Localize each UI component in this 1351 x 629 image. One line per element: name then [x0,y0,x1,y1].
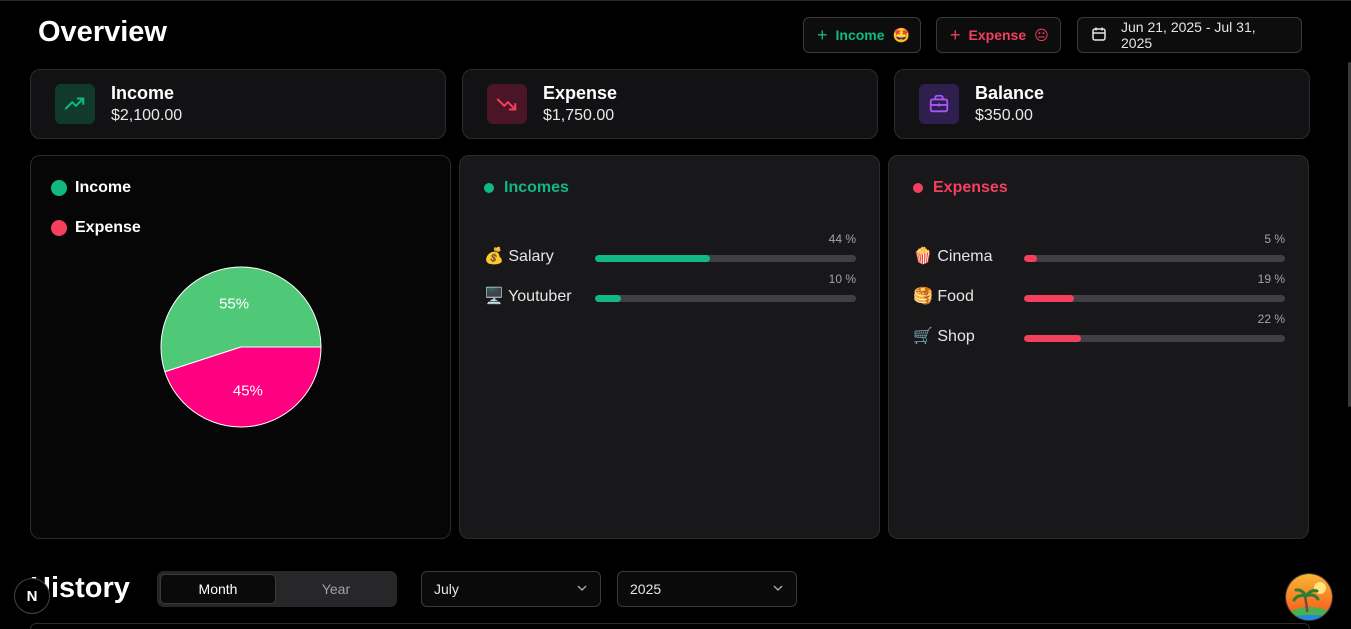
income-category-label: 🖥️ Youtuber [484,288,572,305]
expense-category-label: 🍿 Cinema [913,248,993,265]
stat-value: $1,750.00 [543,107,615,124]
expenses-dot [913,183,923,193]
legend-label: Expense [75,219,141,236]
income-percent: 10 % [828,272,856,286]
expenses-title: Expenses [933,179,1008,196]
incomes-title: Incomes [504,179,569,196]
expense-percent: 19 % [1257,272,1285,286]
add-income-emoji: 🤩 [892,26,910,43]
date-range-label: Jun 21, 2025 - Jul 31, 2025 [1121,19,1256,51]
month-value: July [434,581,459,597]
wallet-icon [919,84,959,124]
add-expense-label: Expense [968,27,1027,43]
progress-fill [1024,295,1074,302]
progress-track [595,255,856,262]
income-row[interactable]: 💰 Salary 44 % [484,232,856,266]
income-category-label: 💰 Salary [484,248,554,265]
tab-month[interactable]: Month [160,574,276,604]
year-value: 2025 [630,581,662,597]
legend-income: Income [51,179,131,197]
progress-fill [595,295,622,302]
date-range-picker[interactable]: Jun 21, 2025 - Jul 31, 2025 [1077,17,1302,53]
incomes-panel: Incomes 💰 Salary 44 % 🖥️ Youtuber 10 % [459,155,880,539]
stat-value: $2,100.00 [111,107,183,124]
pie-chart: 55% 45% [160,266,322,428]
framework-badge[interactable]: N [14,578,50,614]
expense-row[interactable]: 🛒 Shop 22 % [913,312,1285,346]
expense-percent: 22 % [1257,312,1285,326]
balance-stat-card: Balance $350.00 [894,69,1310,139]
stat-value: $350.00 [975,107,1033,124]
trending-down-icon [487,84,527,124]
stat-label: Income [111,83,175,103]
period-toggle: Month Year [157,571,397,607]
legend-dot [51,180,67,196]
chevron-down-icon [772,581,784,597]
incomes-dot [484,183,494,193]
expense-stat-card: Expense $1,750.00 [462,69,878,139]
incomes-header: Incomes [484,179,569,197]
add-expense-button[interactable]: + Expense 😐 [936,17,1061,53]
avatar[interactable] [1285,573,1333,621]
plus-icon: + [950,25,961,45]
tab-year[interactable]: Year [278,574,394,604]
plus-icon: + [817,25,828,45]
legend-label: Income [75,179,132,196]
expenses-panel: Expenses 🍿 Cinema 5 % 🥞 Food 19 % 🛒 Shop… [888,155,1309,539]
progress-track [1024,295,1285,302]
expense-row[interactable]: 🥞 Food 19 % [913,272,1285,306]
expense-percent: 5 % [1264,232,1285,246]
progress-fill [1024,335,1082,342]
stat-label: Balance [975,83,1045,103]
add-income-button[interactable]: + Income 🤩 [803,17,921,53]
history-panel-edge [30,623,1310,629]
progress-fill [595,255,710,262]
page-title: Overview [38,16,167,48]
add-income-label: Income [835,27,885,43]
expense-row[interactable]: 🍿 Cinema 5 % [913,232,1285,266]
month-select[interactable]: July [421,571,601,607]
stat-label: Expense [543,83,618,103]
income-percent: 44 % [828,232,856,246]
expenses-header: Expenses [913,179,1008,197]
year-select[interactable]: 2025 [617,571,797,607]
legend-expense: Expense [51,219,141,237]
progress-track [1024,335,1285,342]
progress-fill [1024,255,1038,262]
trending-up-icon [55,84,95,124]
pie-slice-label: 45% [233,382,263,399]
expense-category-label: 🥞 Food [913,288,974,305]
expense-category-label: 🛒 Shop [913,328,975,345]
add-expense-emoji: 😐 [1034,26,1049,43]
income-row[interactable]: 🖥️ Youtuber 10 % [484,272,856,306]
income-expense-pie-panel: Income Expense 55% 45% [30,155,451,539]
income-stat-card: Income $2,100.00 [30,69,446,139]
pie-slice-label: 55% [219,296,249,313]
calendar-icon [1091,26,1107,45]
progress-track [1024,255,1285,262]
chevron-down-icon [576,581,588,597]
progress-track [595,295,856,302]
legend-dot [51,220,67,236]
